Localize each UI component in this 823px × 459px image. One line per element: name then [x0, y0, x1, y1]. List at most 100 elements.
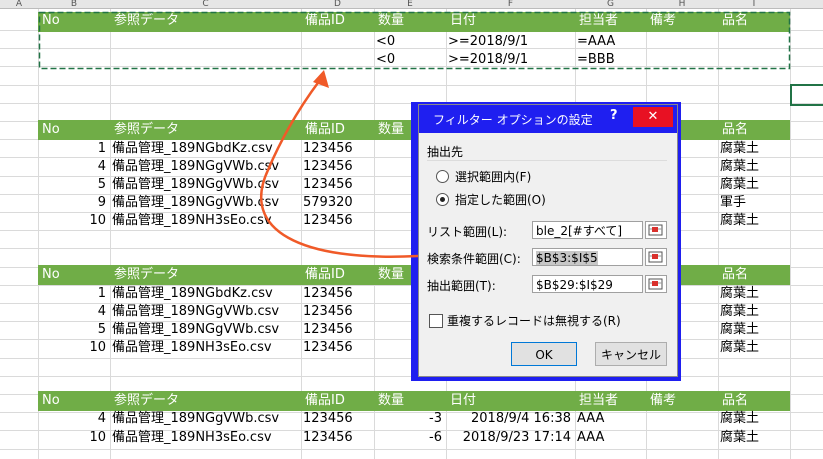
result-cell-no-1[interactable]: 4	[38, 410, 106, 428]
table2-header-qty[interactable]: 数量	[378, 266, 404, 284]
table2-cell-ref-3[interactable]: 備品管理_189NGgVWb.csv	[112, 321, 279, 339]
close-button[interactable]: ✕	[633, 107, 673, 127]
table1-cell-ref-4[interactable]: 備品管理_189NGgVWb.csv	[112, 194, 279, 212]
table1-cell-id-1[interactable]: 123456	[303, 140, 353, 158]
criteria-range-collapse-button[interactable]	[645, 248, 667, 266]
table1-header-name[interactable]: 品名	[722, 121, 748, 139]
table1-cell-name-2[interactable]: 腐葉土	[720, 158, 759, 176]
active-cell[interactable]	[790, 84, 823, 106]
table1-header-ref[interactable]: 参照データ	[114, 121, 179, 139]
table2-cell-id-3[interactable]: 123456	[303, 321, 353, 339]
table1-cell-ref-3[interactable]: 備品管理_189NGgVWb.csv	[112, 176, 279, 194]
table2-cell-name-3[interactable]: 腐葉土	[720, 321, 759, 339]
table2-cell-no-1[interactable]: 1	[38, 285, 106, 303]
radio-copy-to-location-label[interactable]: 指定した範囲(O)	[455, 191, 546, 208]
copy-to-label: 抽出範囲(T):	[427, 279, 496, 293]
table2-header-name[interactable]: 品名	[722, 266, 748, 284]
result-header-id[interactable]: 備品ID	[305, 392, 345, 410]
table1-header-id[interactable]: 備品ID	[305, 121, 345, 139]
result-cell-date-2[interactable]: 2018/9/23 17:14	[446, 429, 571, 447]
table1-cell-name-5[interactable]: 腐葉土	[720, 212, 759, 230]
list-range-collapse-button[interactable]	[645, 221, 667, 239]
table1-cell-ref-5[interactable]: 備品管理_189NH3sEo.csv	[112, 212, 272, 230]
radio-filter-in-place[interactable]	[436, 170, 449, 183]
criteria-range-value: $B$3:$I$5	[536, 251, 598, 265]
table2-cell-ref-1[interactable]: 備品管理_189NGbdKz.csv	[112, 285, 273, 303]
table1-cell-id-2[interactable]: 123456	[303, 158, 353, 176]
table1-cell-no-3[interactable]: 5	[38, 176, 106, 194]
result-header-owner[interactable]: 担当者	[579, 392, 618, 410]
table1-cell-ref-2[interactable]: 備品管理_189NGgVWb.csv	[112, 158, 279, 176]
result-cell-owner-1[interactable]: AAA	[577, 410, 604, 428]
copy-to-value: $B$29:$I$29	[536, 278, 613, 292]
dialog-title: フィルター オプションの設定	[433, 113, 593, 127]
result-header-note[interactable]: 備考	[650, 392, 676, 410]
table1-cell-id-5[interactable]: 123456	[303, 212, 353, 230]
copy-to-input[interactable]: $B$29:$I$29	[532, 275, 643, 293]
table2-cell-no-4[interactable]: 10	[38, 339, 106, 357]
table2-cell-ref-2[interactable]: 備品管理_189NGgVWb.csv	[112, 303, 279, 321]
list-range-input[interactable]: ble_2[#すべて]	[532, 221, 643, 239]
table1-cell-id-3[interactable]: 123456	[303, 176, 353, 194]
range-select-icon	[648, 278, 663, 290]
table2-header-id[interactable]: 備品ID	[305, 266, 345, 284]
table1-cell-name-4[interactable]: 軍手	[720, 194, 746, 212]
result-cell-ref-1[interactable]: 備品管理_189NGgVWb.csv	[112, 410, 279, 428]
result-header-name[interactable]: 品名	[722, 392, 748, 410]
result-header-ref[interactable]: 参照データ	[114, 392, 179, 410]
unique-records-label[interactable]: 重複するレコードは無視する(R)	[447, 312, 621, 329]
result-header-no[interactable]: No	[42, 392, 60, 410]
table2-cell-id-4[interactable]: 123456	[303, 339, 353, 357]
help-icon[interactable]: ?	[610, 108, 618, 123]
range-select-icon	[648, 251, 663, 263]
table1-cell-name-3[interactable]: 腐葉土	[720, 176, 759, 194]
criteria-range-label: 検索条件範囲(C):	[427, 252, 521, 266]
cancel-button[interactable]: キャンセル	[595, 342, 667, 366]
table1-cell-no-5[interactable]: 10	[38, 212, 106, 230]
result-cell-no-2[interactable]: 10	[38, 429, 106, 447]
table1-cell-no-2[interactable]: 4	[38, 158, 106, 176]
result-cell-owner-2[interactable]: AAA	[577, 429, 604, 447]
table1-cell-name-1[interactable]: 腐葉土	[720, 140, 759, 158]
table2-cell-id-2[interactable]: 123456	[303, 303, 353, 321]
table1-header-no[interactable]: No	[42, 121, 60, 139]
table2-cell-name-1[interactable]: 腐葉土	[720, 285, 759, 303]
output-group-label: 抽出先	[427, 145, 464, 159]
result-cell-ref-2[interactable]: 備品管理_189NH3sEo.csv	[112, 429, 272, 447]
table2-cell-no-2[interactable]: 4	[38, 303, 106, 321]
table2-cell-name-2[interactable]: 腐葉土	[720, 303, 759, 321]
result-cell-qty-1[interactable]: -3	[374, 410, 442, 428]
table2-header-ref[interactable]: 参照データ	[114, 266, 179, 284]
list-range-label: リスト範囲(L):	[427, 225, 508, 239]
result-header-date[interactable]: 日付	[450, 392, 476, 410]
table1-header-qty[interactable]: 数量	[378, 121, 404, 139]
copy-to-collapse-button[interactable]	[645, 275, 667, 293]
result-cell-name-2[interactable]: 腐葉土	[720, 429, 759, 447]
range-select-icon	[648, 224, 663, 236]
table2-header-no[interactable]: No	[42, 266, 60, 284]
table1-cell-no-4[interactable]: 9	[38, 194, 106, 212]
result-cell-date-1[interactable]: 2018/9/4 16:38	[446, 410, 571, 428]
radio-copy-to-location[interactable]	[436, 193, 449, 206]
result-header-qty[interactable]: 数量	[378, 392, 404, 410]
table2-cell-id-1[interactable]: 123456	[303, 285, 353, 303]
dialog-title-bar[interactable]: フィルター オプションの設定 ? ✕	[419, 105, 677, 133]
table1-cell-id-4[interactable]: 579320	[303, 194, 353, 212]
criteria-range-input[interactable]: $B$3:$I$5	[532, 248, 643, 266]
table2-cell-no-3[interactable]: 5	[38, 321, 106, 339]
result-cell-name-1[interactable]: 腐葉土	[720, 410, 759, 428]
group-divider	[427, 160, 667, 161]
result-cell-id-1[interactable]: 123456	[303, 410, 353, 428]
table1-cell-ref-1[interactable]: 備品管理_189NGbdKz.csv	[112, 140, 273, 158]
unique-records-checkbox[interactable]	[429, 314, 443, 328]
radio-selected-dot	[440, 197, 445, 202]
table2-cell-ref-4[interactable]: 備品管理_189NH3sEo.csv	[112, 339, 272, 357]
table2-cell-name-4[interactable]: 腐葉土	[720, 339, 759, 357]
ok-button[interactable]: OK	[511, 342, 577, 366]
radio-filter-in-place-label[interactable]: 選択範囲内(F)	[455, 168, 531, 185]
result-cell-qty-2[interactable]: -6	[374, 429, 442, 447]
table1-cell-no-1[interactable]: 1	[38, 140, 106, 158]
result-cell-id-2[interactable]: 123456	[303, 429, 353, 447]
list-range-value: ble_2[#すべて]	[536, 224, 623, 238]
filter-options-dialog: フィルター オプションの設定 ? ✕ 抽出先 選択範囲内(F) 指定した範囲(O…	[418, 104, 678, 377]
